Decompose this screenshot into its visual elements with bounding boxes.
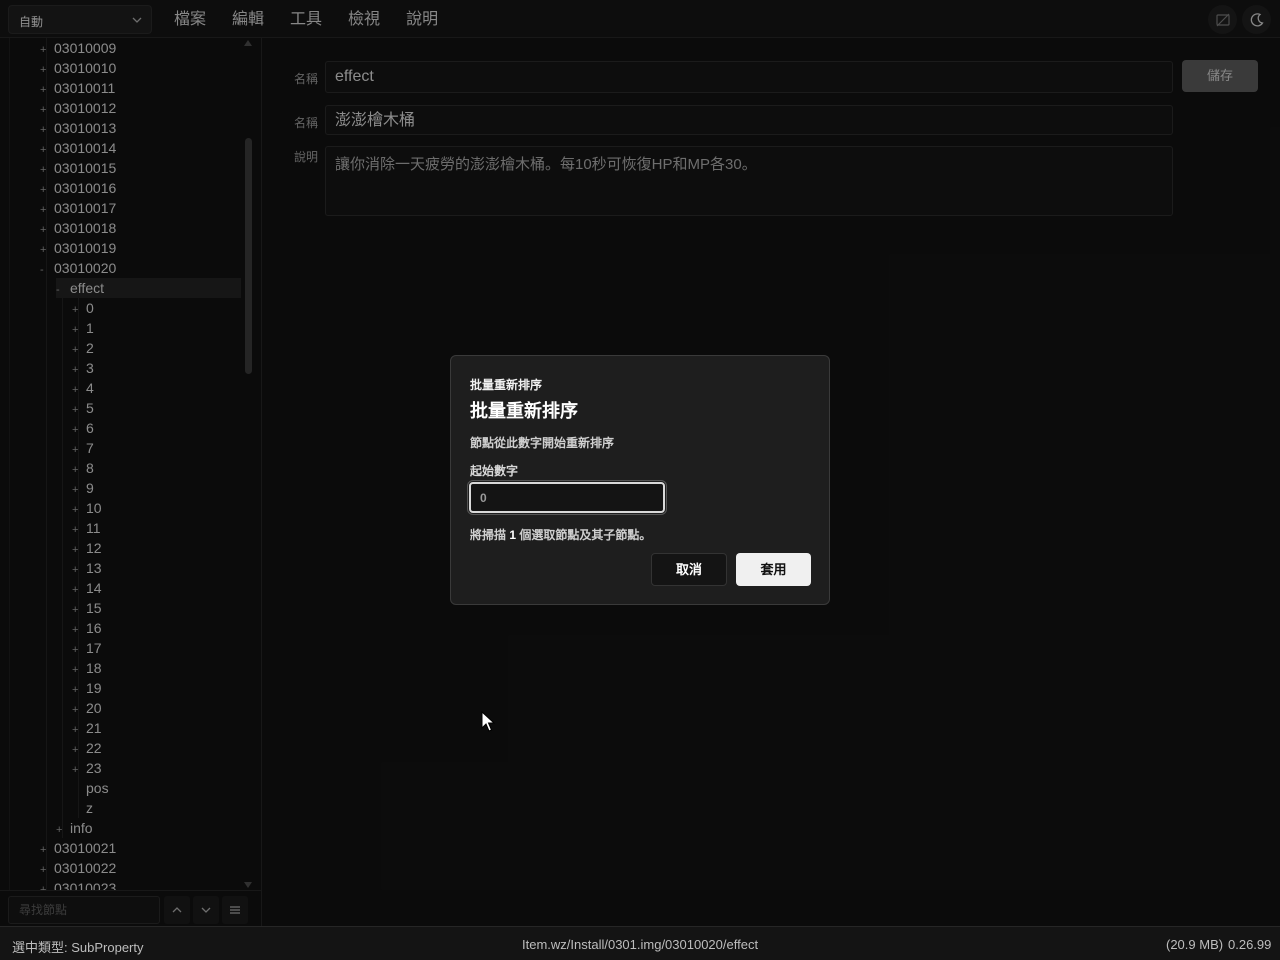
cancel-button[interactable]: 取消	[651, 553, 727, 586]
batch-reorder-dialog: 批量重新排序 批量重新排序 節點從此數字開始重新排序 起始數字 將掃描 1 個選…	[450, 355, 830, 605]
dialog-title: 批量重新排序	[470, 401, 578, 421]
selected-type-text: 選中類型: SubProperty	[12, 940, 144, 955]
dialog-caption: 批量重新排序	[470, 378, 543, 392]
scan-info-text: 將掃描 1 個選取節點及其子節點。	[470, 526, 651, 543]
status-bar: 選中類型: SubProperty Item.wz/Install/0301.i…	[0, 926, 1280, 960]
version-text: 0.26.99	[1228, 937, 1272, 952]
dialog-description: 節點從此數字開始重新排序	[470, 436, 615, 450]
start-number-label: 起始數字	[470, 464, 519, 478]
apply-button[interactable]: 套用	[736, 553, 811, 586]
node-path-text: Item.wz/Install/0301.img/03010020/effect	[522, 937, 759, 952]
start-number-input[interactable]	[469, 482, 665, 513]
memory-size-text: (20.9 MB)	[1166, 937, 1224, 952]
scan-info-prefix: 將掃描	[470, 528, 507, 542]
scan-info-count: 1	[509, 528, 517, 542]
mouse-cursor-icon	[481, 711, 495, 732]
scan-info-suffix: 個選取節點及其子節點。	[519, 528, 652, 542]
